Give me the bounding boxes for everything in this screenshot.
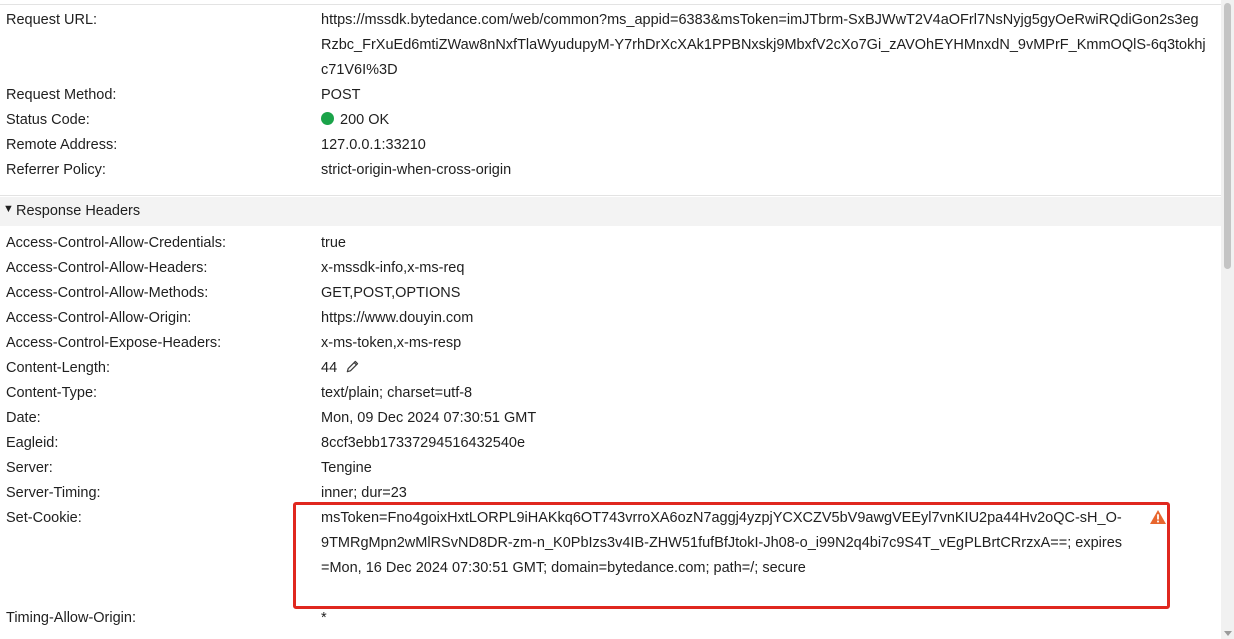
referrer-policy-key: Referrer Policy: [6, 162, 106, 178]
status-code-row: Status Code: 200 OK [0, 108, 1221, 133]
header-value[interactable]: text/plain; charset=utf-8 [321, 381, 1207, 406]
header-row: Content-Length: 44 [0, 356, 1221, 381]
triangle-down-icon[interactable]: ▼ [3, 203, 14, 215]
timing-allow-origin-row: Timing-Allow-Origin: * [0, 606, 1221, 631]
header-row: Content-Type: text/plain; charset=utf-8 [0, 381, 1221, 406]
header-value[interactable]: 44 [321, 360, 337, 376]
header-value[interactable]: Mon, 09 Dec 2024 07:30:51 GMT [321, 406, 1207, 431]
header-key: Content-Length: [6, 360, 110, 376]
request-url-row: Request URL: https://mssdk.bytedance.com… [0, 8, 1221, 83]
remote-address-value[interactable]: 127.0.0.1:33210 [321, 133, 1207, 158]
header-key: Access-Control-Allow-Credentials: [6, 235, 226, 251]
status-code-value[interactable]: 200 OK [340, 112, 389, 128]
timing-allow-origin-value[interactable]: * [321, 606, 1207, 631]
vertical-scrollbar[interactable] [1221, 0, 1234, 639]
header-key: Access-Control-Expose-Headers: [6, 335, 222, 351]
pencil-icon[interactable] [345, 358, 360, 383]
header-value[interactable]: https://www.douyin.com [321, 306, 1207, 331]
section-divider [0, 195, 1221, 196]
remote-address-row: Remote Address: 127.0.0.1:33210 [0, 133, 1221, 158]
scrollbar-thumb[interactable] [1224, 3, 1231, 269]
top-divider [0, 4, 1221, 5]
header-key: Eagleid: [6, 435, 59, 451]
scroll-down-arrow-icon[interactable] [1224, 631, 1232, 636]
set-cookie-highlight-box [293, 502, 1170, 609]
header-row: Access-Control-Allow-Credentials: true [0, 231, 1221, 256]
warning-triangle-icon[interactable] [1149, 509, 1167, 529]
header-row: Date: Mon, 09 Dec 2024 07:30:51 GMT [0, 406, 1221, 431]
header-row: Access-Control-Allow-Methods: GET,POST,O… [0, 281, 1221, 306]
header-key: Access-Control-Allow-Origin: [6, 310, 192, 326]
request-method-row: Request Method: POST [0, 83, 1221, 108]
referrer-policy-row: Referrer Policy: strict-origin-when-cros… [0, 158, 1221, 183]
request-url-value[interactable]: https://mssdk.bytedance.com/web/common?m… [321, 8, 1207, 83]
header-key: Content-Type: [6, 385, 98, 401]
set-cookie-key: Set-Cookie: [6, 510, 82, 526]
status-code-value-wrap: 200 OK [321, 108, 1207, 133]
header-value[interactable]: Tengine [321, 456, 1207, 481]
request-method-key: Request Method: [6, 87, 117, 103]
request-url-key: Request URL: [6, 12, 98, 28]
header-row: Access-Control-Allow-Headers: x-mssdk-in… [0, 256, 1221, 281]
response-headers-section-header[interactable]: ▼ Response Headers [0, 197, 1221, 226]
header-value[interactable]: x-ms-token,x-ms-resp [321, 331, 1207, 356]
header-row: Access-Control-Allow-Origin: https://www… [0, 306, 1221, 331]
header-value[interactable]: x-mssdk-info,x-ms-req [321, 256, 1207, 281]
response-headers-title: Response Headers [16, 203, 141, 219]
status-code-key: Status Code: [6, 112, 90, 128]
header-value[interactable]: true [321, 231, 1207, 256]
header-key: Server: [6, 460, 53, 476]
referrer-policy-value[interactable]: strict-origin-when-cross-origin [321, 158, 1207, 183]
header-value[interactable]: GET,POST,OPTIONS [321, 281, 1207, 306]
header-row: Access-Control-Expose-Headers: x-ms-toke… [0, 331, 1221, 356]
header-key: Access-Control-Allow-Headers: [6, 260, 208, 276]
header-value[interactable]: 8ccf3ebb17337294516432540e [321, 431, 1207, 456]
header-key: Access-Control-Allow-Methods: [6, 285, 209, 301]
header-key: Date: [6, 410, 41, 426]
header-row: Eagleid: 8ccf3ebb17337294516432540e [0, 431, 1221, 456]
request-method-value[interactable]: POST [321, 83, 1207, 108]
remote-address-key: Remote Address: [6, 137, 118, 153]
header-key: Server-Timing: [6, 485, 101, 501]
header-row: Server: Tengine [0, 456, 1221, 481]
timing-allow-origin-key: Timing-Allow-Origin: [6, 610, 136, 626]
status-dot-icon [321, 112, 334, 125]
content-length-value-wrap: 44 [321, 356, 1207, 383]
